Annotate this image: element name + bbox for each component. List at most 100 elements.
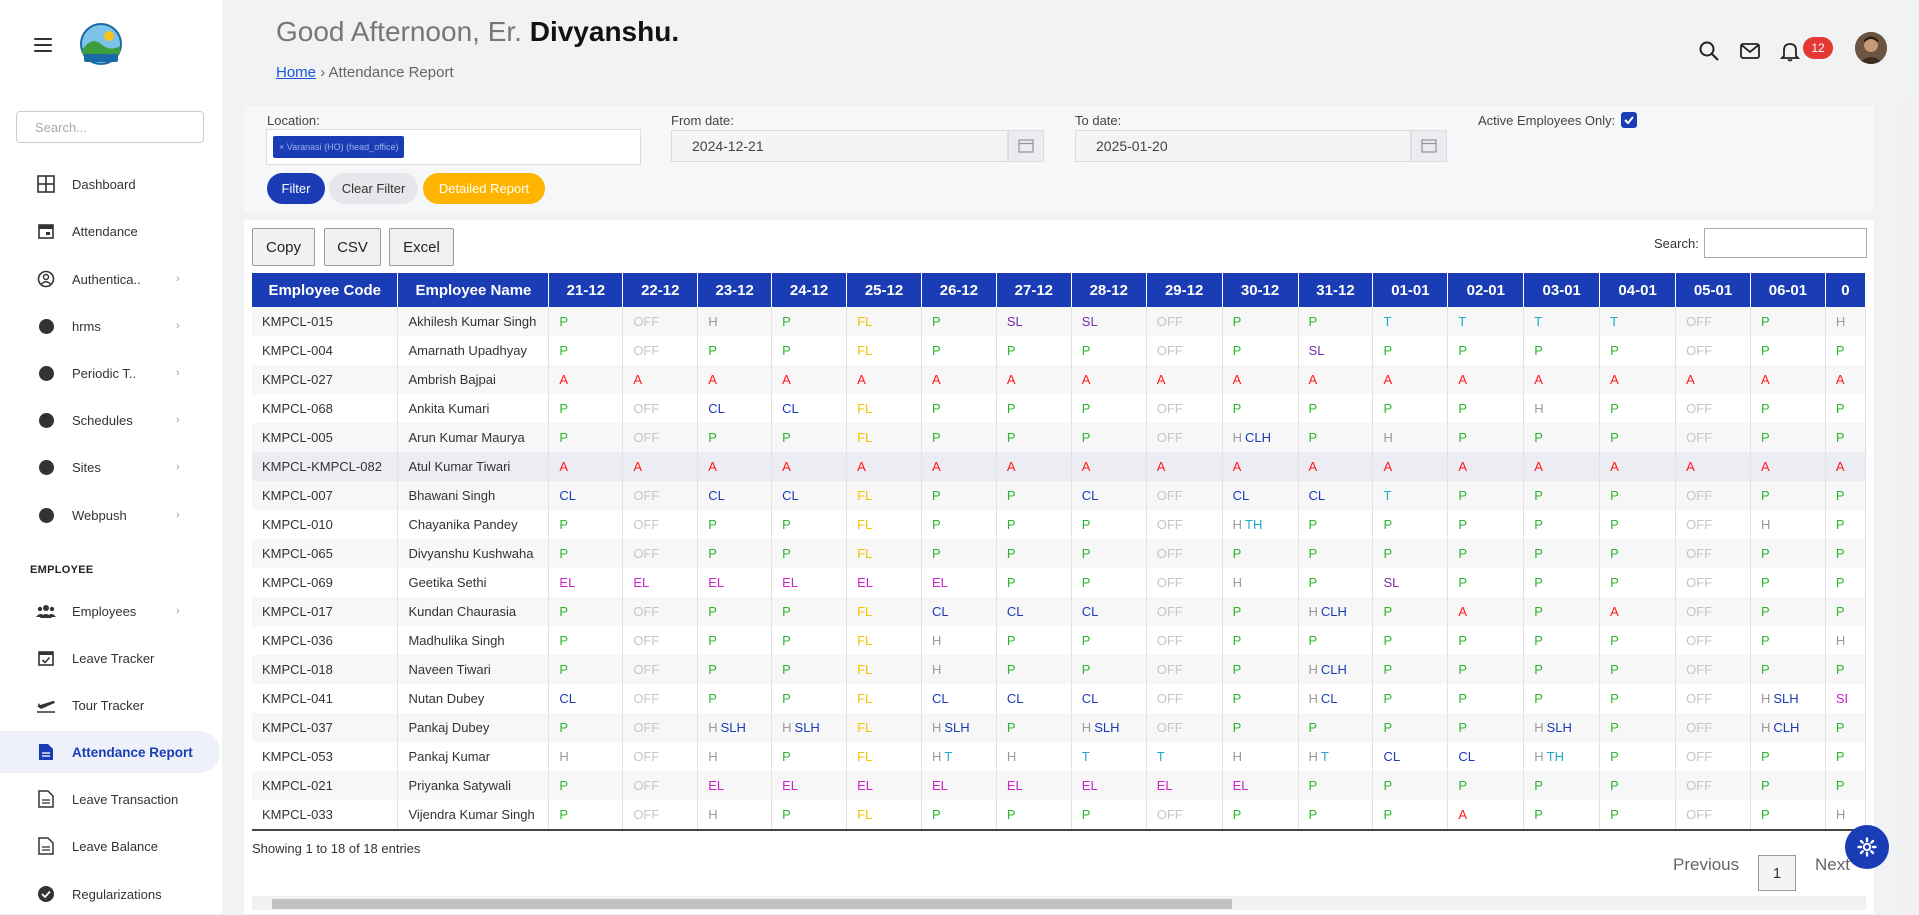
- column-header-date[interactable]: 01-01: [1372, 273, 1449, 307]
- attendance-status-cell: A: [996, 365, 1072, 394]
- sidebar-item-leave-tracker[interactable]: Leave Tracker: [0, 637, 220, 679]
- attendance-status-cell: OFF: [1146, 684, 1223, 713]
- sidebar-item-sites[interactable]: Sites ›: [0, 446, 220, 488]
- attendance-status-cell: EL: [622, 568, 699, 597]
- column-header-date[interactable]: 23-12: [697, 273, 773, 307]
- attendance-status-cell: CL: [921, 597, 997, 626]
- attendance-status-cell: H: [996, 742, 1072, 771]
- column-header-date[interactable]: 06-01: [1750, 273, 1826, 307]
- sidebar-item-label: hrms: [72, 318, 101, 334]
- column-header-date[interactable]: 22-12: [622, 273, 699, 307]
- active-employees-checkbox[interactable]: [1621, 112, 1637, 128]
- sidebar-item-authentication[interactable]: Authentica.. ›: [0, 258, 220, 300]
- filter-button[interactable]: Filter: [267, 173, 325, 204]
- attendance-status-cell: FL: [846, 481, 922, 510]
- table-search-input[interactable]: [1704, 228, 1867, 258]
- column-header-date[interactable]: 04-01: [1599, 273, 1677, 307]
- column-header-date[interactable]: 31-12: [1298, 273, 1374, 307]
- sidebar-item-dashboard[interactable]: Dashboard: [0, 163, 220, 205]
- copy-button[interactable]: Copy: [252, 228, 315, 266]
- calendar-icon[interactable]: [1411, 130, 1447, 162]
- sidebar-item-regularizations[interactable]: Regularizations: [0, 873, 220, 915]
- attendance-status-cell: P: [1599, 800, 1677, 829]
- column-header-date[interactable]: 02-01: [1447, 273, 1525, 307]
- sidebar-item-label: Schedules: [72, 412, 133, 428]
- column-header-date[interactable]: 24-12: [771, 273, 848, 307]
- column-header-date[interactable]: 05-01: [1675, 273, 1751, 307]
- bell-icon[interactable]: [1779, 40, 1801, 62]
- attendance-status-cell: OFF: [1146, 336, 1223, 365]
- attendance-status-cell: P: [1599, 626, 1677, 655]
- sidebar-item-attendance[interactable]: Attendance: [0, 210, 220, 252]
- attendance-status-cell: CL: [1447, 742, 1525, 771]
- page-number-button[interactable]: 1: [1758, 855, 1796, 891]
- sidebar-item-hrms[interactable]: hrms ›: [0, 305, 220, 347]
- search-icon[interactable]: [1698, 40, 1720, 62]
- attendance-status-cell: CL: [1071, 684, 1147, 713]
- attendance-status-cell: P: [771, 626, 848, 655]
- employee-code-cell: KMPCL-037: [252, 713, 399, 742]
- attendance-status-cell: P: [1523, 568, 1601, 597]
- clear-filter-button[interactable]: Clear Filter: [329, 173, 418, 204]
- hamburger-menu-icon[interactable]: [34, 38, 52, 52]
- attendance-status-cell: P: [548, 597, 624, 626]
- column-header-date[interactable]: 30-12: [1222, 273, 1299, 307]
- column-header-employee-name[interactable]: Employee Name: [397, 273, 550, 307]
- column-header-date[interactable]: 28-12: [1071, 273, 1147, 307]
- column-header-date[interactable]: 26-12: [921, 273, 997, 307]
- column-header-date[interactable]: 27-12: [996, 273, 1072, 307]
- detailed-report-button[interactable]: Detailed Report: [423, 173, 545, 204]
- attendance-status-cell: OFF: [622, 655, 699, 684]
- sidebar: Dashboard Attendance Authentica.. › hrms…: [0, 0, 222, 914]
- page-greeting: Good Afternoon, Er. Divyanshu.: [276, 16, 679, 48]
- vertical-scrollbar[interactable]: [1901, 98, 1919, 914]
- attendance-status-cell: H: [697, 307, 773, 336]
- location-select[interactable]: × Varanasi (HO) (head_office): [266, 129, 641, 165]
- sidebar-item-schedules[interactable]: Schedules ›: [0, 399, 220, 441]
- excel-button[interactable]: Excel: [389, 228, 454, 266]
- from-date-input[interactable]: 2024-12-21: [671, 130, 1008, 162]
- previous-page-button[interactable]: Previous: [1673, 855, 1739, 875]
- attendance-status-cell: FL: [846, 684, 922, 713]
- calendar-icon[interactable]: [1008, 130, 1044, 162]
- attendance-status-cell: OFF: [622, 481, 699, 510]
- attendance-status-cell: EL: [1222, 771, 1299, 800]
- sidebar-item-leave-transaction[interactable]: Leave Transaction: [0, 778, 220, 820]
- attendance-status-cell: OFF: [1675, 742, 1751, 771]
- sidebar-search-input[interactable]: [16, 111, 204, 143]
- column-header-date[interactable]: 29-12: [1146, 273, 1223, 307]
- attendance-status-cell: P: [1222, 539, 1299, 568]
- attendance-status-cell: P: [996, 800, 1072, 829]
- breadcrumb-home-link[interactable]: Home: [276, 64, 316, 81]
- employee-code-cell: KMPCL-027: [252, 365, 399, 394]
- to-date-input[interactable]: 2025-01-20: [1075, 130, 1411, 162]
- sidebar-item-leave-balance[interactable]: Leave Balance: [0, 825, 220, 867]
- attendance-status-cell: P: [1825, 481, 1866, 510]
- column-header-employee-code[interactable]: Employee Code: [252, 273, 399, 307]
- table-row: KMPCL-033 Vijendra Kumar Singh P OFF H P FL P P P…: [252, 800, 1866, 829]
- avatar[interactable]: [1855, 32, 1887, 64]
- scrollbar-thumb[interactable]: [272, 899, 1232, 909]
- horizontal-scrollbar[interactable]: [252, 896, 1866, 910]
- sidebar-item-employees[interactable]: Employees ›: [0, 590, 220, 632]
- sidebar-item-periodic[interactable]: Periodic T.. ›: [0, 352, 220, 394]
- mail-icon[interactable]: [1739, 40, 1761, 62]
- sidebar-item-attendance-report[interactable]: Attendance Report: [0, 731, 220, 773]
- next-page-button[interactable]: Next: [1815, 855, 1850, 875]
- table-row: KMPCL-004 Amarnath Upadhyay P OFF P P FL P P P OFF…: [252, 336, 1866, 365]
- attendance-status-cell: P: [921, 510, 997, 539]
- attendance-status-cell: P: [1523, 655, 1601, 684]
- sidebar-item-webpush[interactable]: Webpush ›: [0, 494, 220, 536]
- column-header-date[interactable]: 25-12: [846, 273, 922, 307]
- sidebar-item-tour-tracker[interactable]: Tour Tracker: [0, 684, 220, 726]
- settings-gear-icon[interactable]: [1845, 825, 1889, 869]
- employee-name-cell: Ankita Kumari: [397, 394, 550, 423]
- attendance-status-cell: P: [1750, 539, 1826, 568]
- column-header-date[interactable]: 03-01: [1523, 273, 1601, 307]
- attendance-status-cell: P: [1447, 394, 1525, 423]
- csv-button[interactable]: CSV: [324, 228, 381, 266]
- column-header-date[interactable]: 0: [1825, 273, 1866, 307]
- location-chip[interactable]: × Varanasi (HO) (head_office): [273, 136, 405, 158]
- attendance-status-cell: P: [1523, 336, 1601, 365]
- column-header-date[interactable]: 21-12: [548, 273, 624, 307]
